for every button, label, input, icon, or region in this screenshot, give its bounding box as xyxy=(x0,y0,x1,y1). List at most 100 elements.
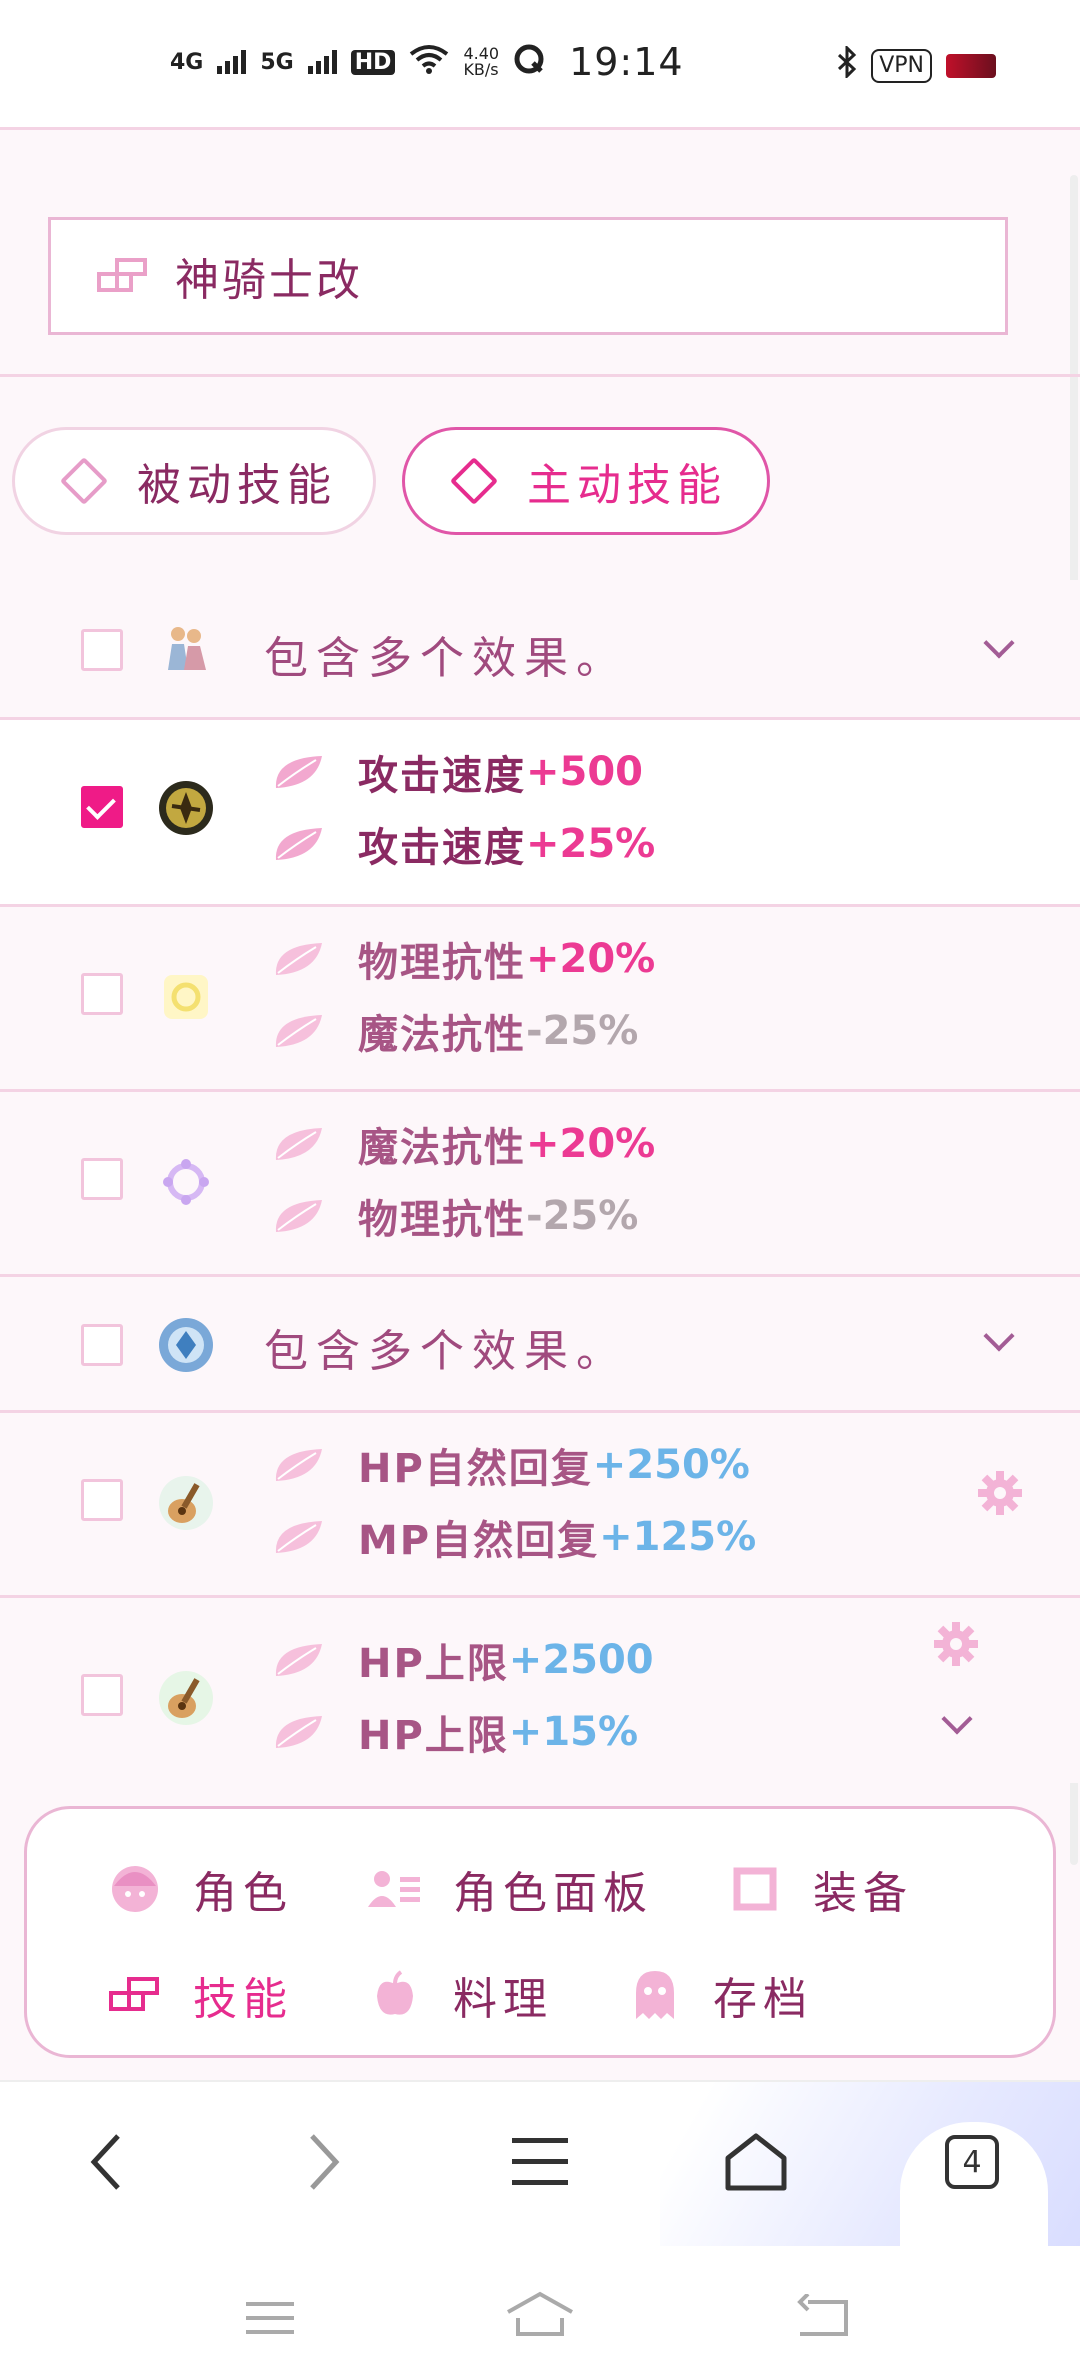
menu-item-skills[interactable]: 技能 xyxy=(107,1963,293,2027)
skill-row[interactable]: 包含多个效果。 xyxy=(0,1277,1080,1413)
menu-item-character[interactable]: 角色 xyxy=(107,1857,293,1921)
net-speed: 4.40 KB/s xyxy=(463,44,500,79)
search-value: 神骑士改 xyxy=(175,255,363,306)
effect-value: +25% xyxy=(526,821,656,867)
apple-icon xyxy=(367,1970,423,2020)
system-navigation-bar xyxy=(0,2246,1080,2376)
wifi-icon xyxy=(409,44,449,80)
tab-active-skills[interactable]: 主动技能 xyxy=(402,427,770,535)
effect-value: +20% xyxy=(526,936,656,982)
leaf-icon xyxy=(275,1200,322,1232)
skill-row[interactable]: 包含多个效果。 xyxy=(0,580,1080,720)
battery-icon xyxy=(946,53,996,78)
search-input[interactable]: 神骑士改 xyxy=(48,217,1008,335)
skill-checkbox[interactable] xyxy=(81,1324,123,1366)
diamond-icon xyxy=(59,456,109,506)
effect-name: HP上限 xyxy=(358,1713,509,1759)
chevron-down-icon[interactable] xyxy=(983,627,1015,659)
skill-thumbnail-icon xyxy=(158,1670,214,1726)
app-notification-icon xyxy=(513,43,545,81)
skill-thumbnail-icon xyxy=(158,780,214,836)
chevron-down-icon[interactable] xyxy=(941,1703,973,1735)
skill-thumbnail-icon xyxy=(158,969,214,1025)
chevron-down-icon[interactable] xyxy=(983,1320,1015,1352)
effect-line: MP自然回复 +125% xyxy=(272,1509,756,1565)
gear-icon[interactable] xyxy=(932,1620,980,1668)
skill-checkbox[interactable] xyxy=(81,629,123,671)
effect-line: 魔法抗性 -25% xyxy=(272,1003,638,1059)
effect-value: +125% xyxy=(599,1514,757,1560)
effect-line: 物理抗性 -25% xyxy=(272,1188,638,1244)
leaf-icon xyxy=(275,1128,322,1160)
skill-thumbnail-icon xyxy=(158,1475,214,1531)
leaf-icon xyxy=(275,943,322,975)
character-face-icon xyxy=(107,1864,163,1914)
skill-checkbox[interactable] xyxy=(81,1674,123,1716)
menu-item-equipment[interactable]: 装备 xyxy=(727,1857,913,1921)
leaf-icon xyxy=(275,1716,322,1748)
tab-label: 主动技能 xyxy=(527,460,727,511)
menu-button[interactable] xyxy=(500,2122,580,2202)
effect-value: -25% xyxy=(526,1008,639,1054)
back-button[interactable] xyxy=(66,2122,146,2202)
menu-item-character-panel[interactable]: 角色面板 xyxy=(367,1857,653,1921)
effect-value: +500 xyxy=(526,749,644,795)
menu-label: 装备 xyxy=(813,1868,913,1919)
skill-thumbnail-icon xyxy=(158,620,214,676)
skill-row[interactable]: HP自然回复 +250% MP自然回复 +125% xyxy=(0,1413,1080,1598)
effect-name: MP自然回复 xyxy=(358,1518,600,1564)
skill-checkbox[interactable] xyxy=(81,973,123,1015)
home-button[interactable] xyxy=(716,2122,796,2202)
tab-label: 被动技能 xyxy=(137,460,337,511)
skill-row[interactable]: 物理抗性 +20% 魔法抗性 -25% xyxy=(0,907,1080,1092)
signal-icon xyxy=(307,50,337,74)
tab-count: 4 xyxy=(945,2135,999,2189)
leaf-icon xyxy=(275,1015,322,1047)
menu-item-save[interactable]: 存档 xyxy=(627,1963,813,2027)
effect-name: HP自然回复 xyxy=(358,1446,593,1492)
tabs-button[interactable]: 4 xyxy=(932,2122,1012,2202)
effect-value: +250% xyxy=(592,1442,750,1488)
skill-row[interactable]: 魔法抗性 +20% 物理抗性 -25% xyxy=(0,1092,1080,1277)
effect-line: HP自然回复 +250% xyxy=(272,1437,750,1493)
vpn-badge: VPN xyxy=(871,48,932,83)
ghost-icon xyxy=(627,1970,683,2020)
multi-effect-label: 包含多个效果。 xyxy=(264,633,628,684)
menu-item-cooking[interactable]: 料理 xyxy=(367,1963,553,2027)
leaf-icon xyxy=(275,1521,322,1553)
effect-line: 攻击速度 +25% xyxy=(272,816,655,872)
effect-value: +2500 xyxy=(508,1637,654,1683)
recent-apps-icon[interactable] xyxy=(244,2298,296,2342)
skill-checkbox[interactable] xyxy=(81,1158,123,1200)
diamond-icon xyxy=(449,456,499,506)
leaf-icon xyxy=(275,1644,322,1676)
system-home-icon[interactable] xyxy=(504,2290,576,2342)
system-back-icon[interactable] xyxy=(796,2292,850,2342)
effect-name: 攻击速度 xyxy=(358,825,526,871)
skill-checkbox[interactable] xyxy=(81,1479,123,1521)
forward-button[interactable] xyxy=(284,2122,364,2202)
effect-line: HP上限 +2500 xyxy=(272,1632,654,1688)
effect-value: +20% xyxy=(526,1121,656,1167)
skill-checkbox[interactable] xyxy=(81,786,123,828)
leaf-icon xyxy=(275,828,322,860)
effect-line: HP上限 +15% xyxy=(272,1704,638,1760)
effect-name: 魔法抗性 xyxy=(358,1012,526,1058)
menu-label: 料理 xyxy=(453,1974,553,2025)
menu-label: 角色 xyxy=(193,1868,293,1919)
gear-icon[interactable] xyxy=(976,1469,1024,1517)
clock: 19:14 xyxy=(569,40,684,84)
divider xyxy=(0,374,1080,377)
effect-name: 物理抗性 xyxy=(358,940,526,986)
browser-toolbar: 4 xyxy=(0,2080,1080,2262)
network-5g: 5G xyxy=(260,49,294,75)
effect-value: -25% xyxy=(526,1193,639,1239)
tab-passive-skills[interactable]: 被动技能 xyxy=(12,427,376,535)
signal-icon xyxy=(217,50,247,74)
skill-icon xyxy=(107,1970,163,2020)
skill-row[interactable]: HP上限 +2500 HP上限 +15% xyxy=(0,1598,1080,1783)
network-4g: 4G xyxy=(170,49,204,75)
profile-card-icon xyxy=(367,1864,423,1914)
skill-row[interactable]: 攻击速度 +500 攻击速度 +25% xyxy=(0,720,1080,907)
bluetooth-icon xyxy=(837,44,857,85)
